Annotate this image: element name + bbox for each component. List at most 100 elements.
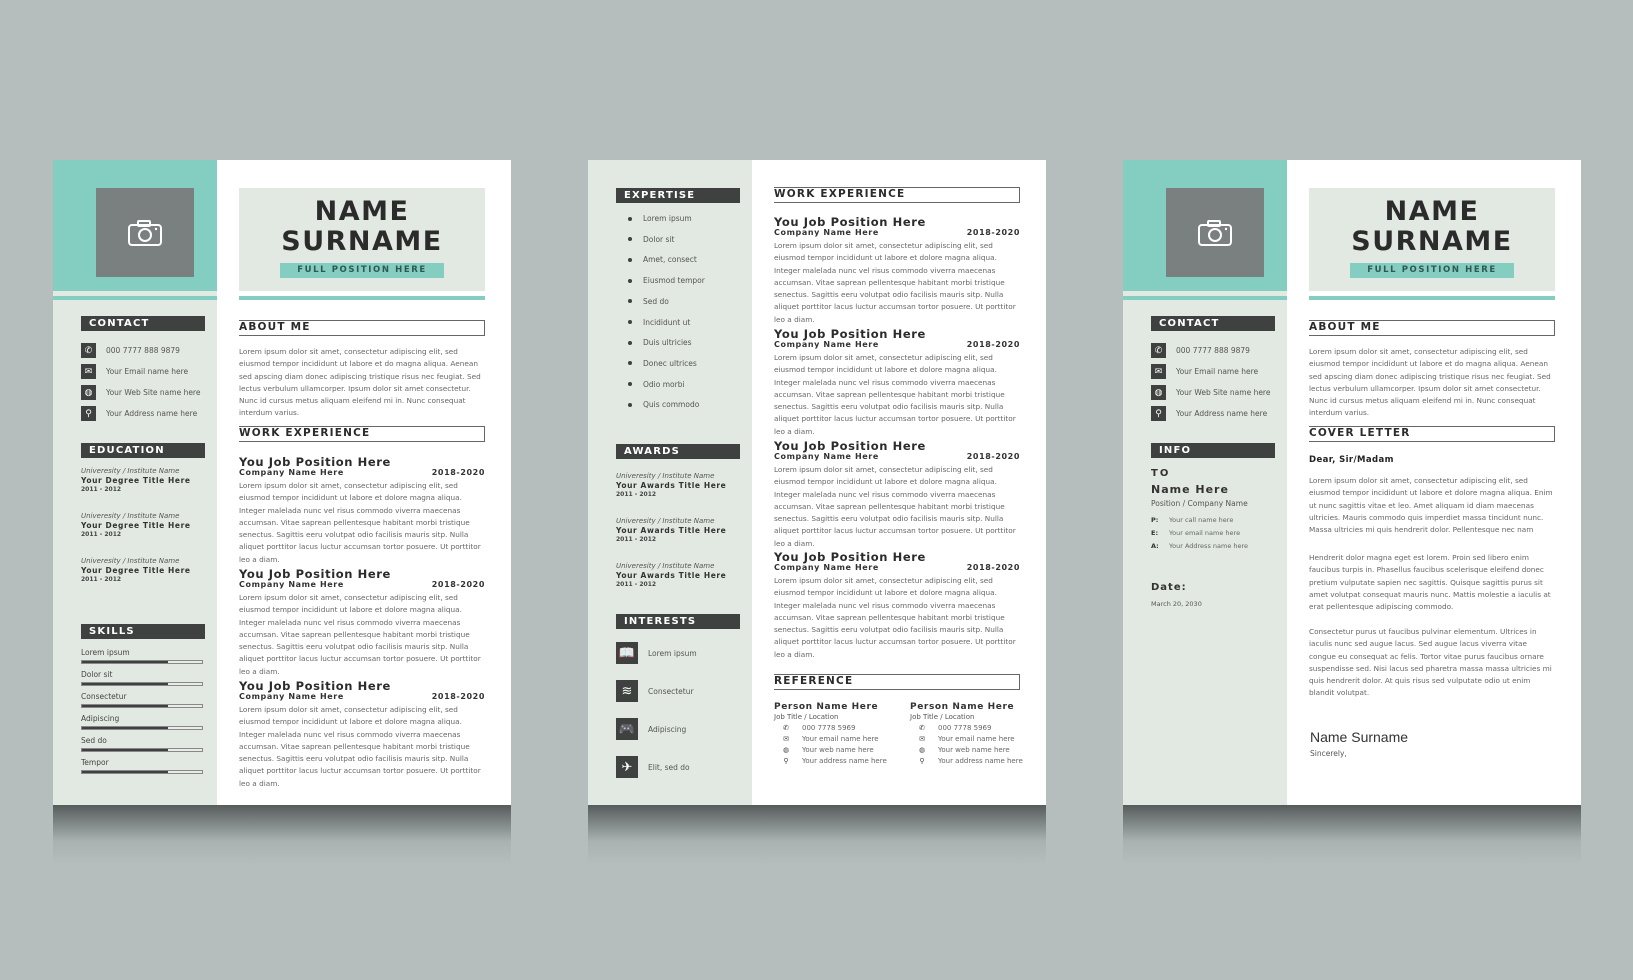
work-heading: WORK EXPERIENCE xyxy=(239,426,485,442)
skill-bar-fill xyxy=(82,683,169,685)
job-years: 2018-2020 xyxy=(966,228,1020,237)
job-years: 2018-2020 xyxy=(431,692,485,701)
globe-icon: ◍ xyxy=(1151,385,1166,400)
book-icon: 📖 xyxy=(616,642,638,664)
cover-paragraph: Lorem ipsum dolor sit amet, consectetur … xyxy=(1309,476,1553,535)
sign-off: Sincerely, xyxy=(1310,749,1347,758)
bullet-icon xyxy=(628,402,632,407)
skill-bar xyxy=(81,704,203,708)
page-shadow xyxy=(53,805,511,865)
contact-heading: CONTACT xyxy=(81,316,205,331)
job-description: Lorem ipsum dolor sit amet, consectetur … xyxy=(774,465,1016,548)
email-icon: ✉ xyxy=(919,735,925,743)
skill-bar xyxy=(81,770,203,774)
education-item: Univeresity / Institute Name Your Degree… xyxy=(81,512,191,538)
job-entry: You Job Position Here Company Name Here 2… xyxy=(774,440,1020,550)
camera-icon xyxy=(1198,219,1232,246)
info-address: A: Your Address name here xyxy=(1151,542,1249,550)
job-title: You Job Position Here xyxy=(239,567,391,581)
company-name: Company Name Here xyxy=(239,692,344,701)
reference-name: Person Name Here xyxy=(910,702,1015,712)
skill-bar-fill xyxy=(82,749,169,751)
photo-placeholder[interactable] xyxy=(1166,188,1264,277)
expertise-item: Odio morbi xyxy=(628,380,685,389)
institute-name: Univeresity / Institute Name xyxy=(81,467,180,475)
job-description: Lorem ipsum dolor sit amet, consectetur … xyxy=(239,705,481,788)
job-description: Lorem ipsum dolor sit amet, consectetur … xyxy=(774,241,1016,324)
skill-bar xyxy=(81,726,203,730)
job-description: Lorem ipsum dolor sit amet, consectetur … xyxy=(239,481,481,564)
contact-web: ◍ Your Web Site name here xyxy=(81,385,200,400)
expertise-item: Dolor sit xyxy=(628,235,674,244)
job-entry: You Job Position Here Company Name Here 2… xyxy=(774,328,1020,438)
job-entry: You Job Position Here Company Name Here 2… xyxy=(239,456,485,566)
skill-item: Consectetur xyxy=(81,692,203,708)
award-title: Your Awards Title Here xyxy=(616,526,727,535)
skill-item: Adipiscing xyxy=(81,714,203,730)
skill-bar-fill xyxy=(82,771,169,773)
bullet-icon xyxy=(628,299,632,304)
header-divider xyxy=(1309,296,1555,300)
interest-label: Consectetur xyxy=(648,686,694,696)
skill-label: Tempor xyxy=(81,758,109,767)
resume-page-2: EXPERTISE Lorem ipsum Dolor sit Amet, cons… xyxy=(588,160,1046,805)
expertise-label: Amet, consect xyxy=(643,255,697,265)
interests-heading: INTERESTS xyxy=(616,614,740,629)
education-years: 2011 - 2012 xyxy=(81,486,122,493)
sidebar-divider xyxy=(53,296,217,300)
bullet-icon xyxy=(628,237,632,242)
position-badge: FULL POSITION HERE xyxy=(1350,263,1514,278)
about-text: Lorem ipsum dolor sit amet, consectetur … xyxy=(1309,347,1551,418)
contact-phone: ✆ 000 7777 888 9879 xyxy=(1151,343,1250,358)
skills-heading: SKILLS xyxy=(81,624,205,639)
contact-address-text: Your Address name here xyxy=(1176,409,1268,418)
expertise-label: Eiusmod tempor xyxy=(643,276,705,286)
job-title: You Job Position Here xyxy=(774,550,926,564)
award-institute: Univeresity / Institute Name xyxy=(616,562,715,570)
about-heading: ABOUT ME xyxy=(1309,320,1555,336)
expertise-item: Eiusmod tempor xyxy=(628,276,705,285)
email-icon: ✉ xyxy=(783,735,789,743)
job-title: You Job Position Here xyxy=(774,327,926,341)
location-icon: ⚲ xyxy=(81,406,96,421)
contact-phone: ✆ 000 7777 888 9879 xyxy=(81,343,180,358)
email-icon: ✉ xyxy=(81,364,96,379)
award-title: Your Awards Title Here xyxy=(616,481,727,490)
job-description: Lorem ipsum dolor sit amet, consectetur … xyxy=(239,593,481,676)
company-name: Company Name Here xyxy=(774,452,879,461)
recipient-position: Position / Company Name xyxy=(1151,499,1248,508)
education-heading: EDUCATION xyxy=(81,443,205,458)
award-years: 2011 - 2012 xyxy=(616,581,657,588)
company-name: Company Name Here xyxy=(239,580,344,589)
award-institute: Univeresity / Institute Name xyxy=(616,517,715,525)
expertise-label: Dolor sit xyxy=(643,234,675,244)
swimming-icon: ≋ xyxy=(616,680,638,702)
expertise-heading: EXPERTISE xyxy=(616,188,740,203)
skill-bar xyxy=(81,682,203,686)
contact-address: ⚲ Your Address name here xyxy=(81,406,197,421)
job-entry: You Job Position Here Company Name Here 2… xyxy=(774,551,1020,661)
skill-item: Sed do xyxy=(81,736,203,752)
reference-job: Job Title / Location xyxy=(910,713,975,721)
job-years: 2018-2020 xyxy=(431,468,485,477)
degree-title: Your Degree Title Here xyxy=(81,521,191,530)
contact-address: ⚲ Your Address name here xyxy=(1151,406,1267,421)
job-years: 2018-2020 xyxy=(431,580,485,589)
bullet-icon xyxy=(628,216,632,221)
interest-label: Elit, sed do xyxy=(648,762,690,772)
expertise-item: Amet, consect xyxy=(628,255,697,264)
award-institute: Univeresity / Institute Name xyxy=(616,472,715,480)
interest-item: ✈ Elit, sed do xyxy=(616,756,690,778)
phone-icon: ✆ xyxy=(783,724,789,732)
institute-name: Univeresity / Institute Name xyxy=(81,557,180,565)
resume-page-1: NAME SURNAME FULL POSITION HERE CONTACT … xyxy=(53,160,511,805)
email-icon: ✉ xyxy=(1151,364,1166,379)
contact-email-text: Your Email name here xyxy=(1176,367,1259,376)
expertise-label: Incididunt ut xyxy=(643,317,691,327)
reference-job: Job Title / Location xyxy=(774,713,839,721)
company-name: Company Name Here xyxy=(774,340,879,349)
name-header: NAME SURNAME FULL POSITION HERE xyxy=(1309,188,1555,291)
photo-placeholder[interactable] xyxy=(96,188,194,277)
bullet-icon xyxy=(628,382,632,387)
degree-title: Your Degree Title Here xyxy=(81,476,191,485)
